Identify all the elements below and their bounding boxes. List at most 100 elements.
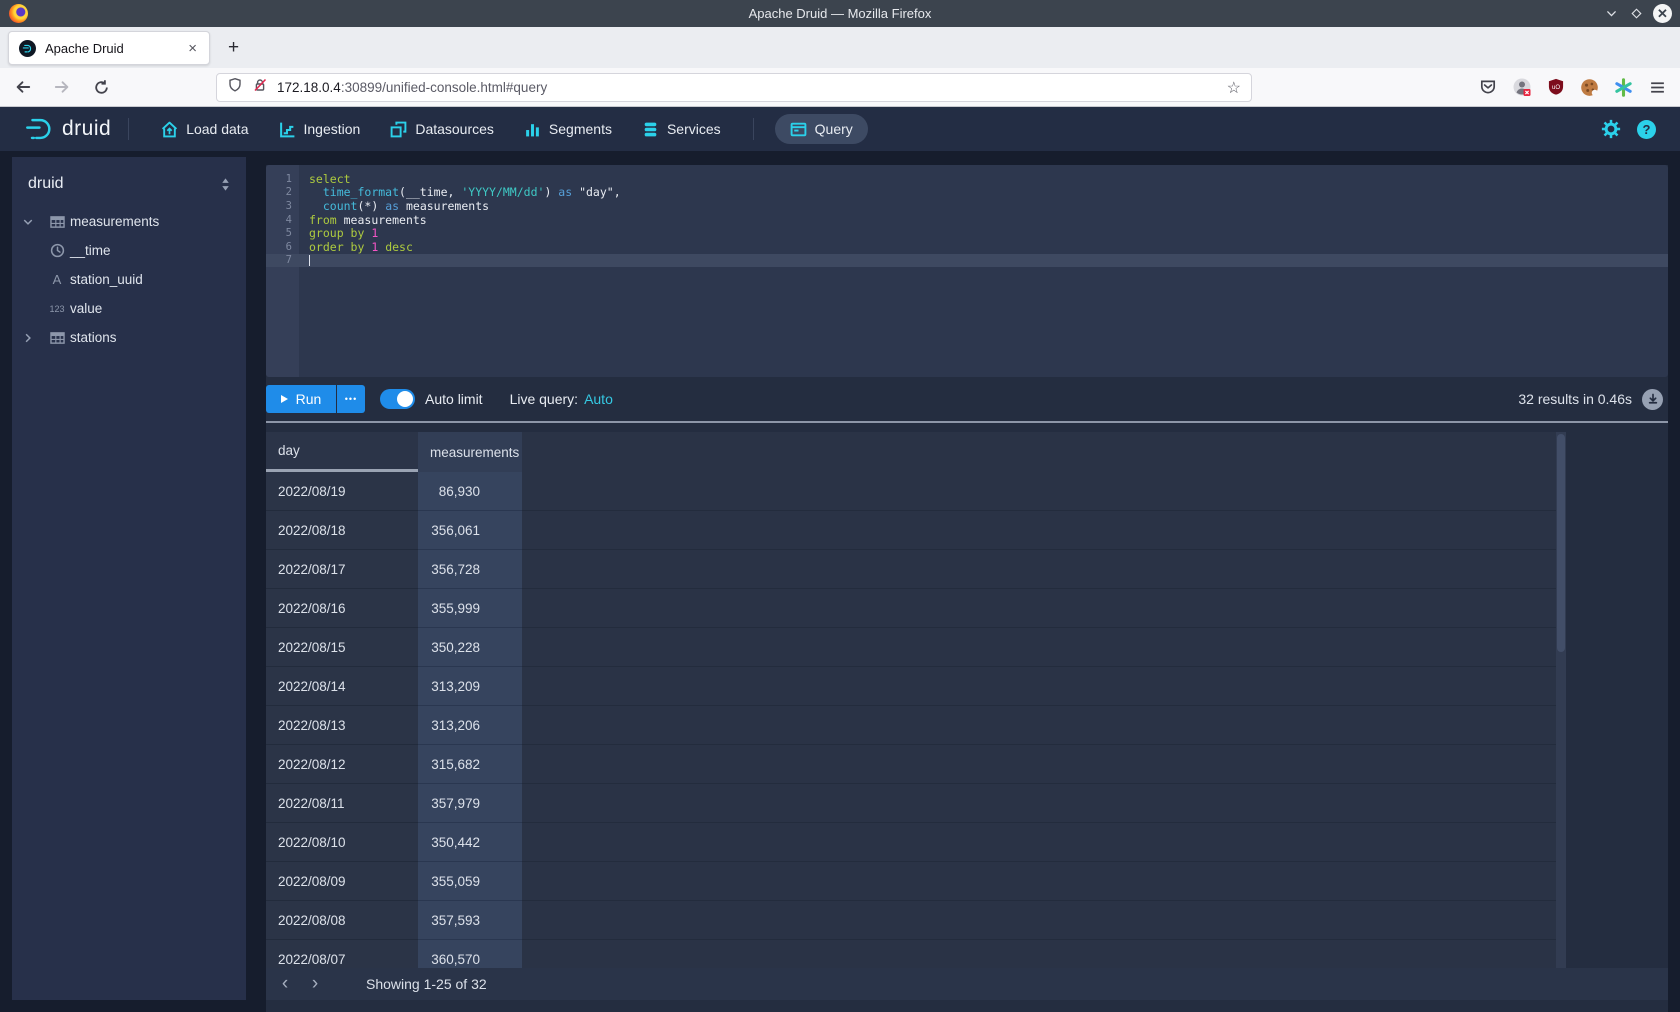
nav-item-load-data[interactable]: Load data [146,114,263,144]
line-number: 5 [266,227,299,239]
table-icon [44,331,70,345]
cookie-extension-icon[interactable] [1579,77,1600,98]
nav-item-segments[interactable]: Segments [509,114,627,144]
cell-measurements[interactable]: 357,593 [418,901,522,940]
cell-measurements[interactable]: 355,999 [418,589,522,628]
column-header-measurements[interactable]: measurements [418,432,522,472]
nav-item-services[interactable]: Services [627,114,736,144]
table-row: 2022/08/16355,999 [266,589,1566,628]
line-code: time_format(__time, 'YYYY/MM/dd') as "da… [299,185,621,199]
tree-item-measurements[interactable]: measurements [12,207,246,236]
close-icon[interactable]: ✕ [1653,4,1672,23]
help-icon[interactable]: ? [1637,120,1656,139]
navbar-right: ? [1601,119,1656,139]
new-tab-button[interactable]: + [219,34,248,62]
cell-measurements[interactable]: 315,682 [418,745,522,784]
chevron-right-icon[interactable] [12,332,44,344]
panel-divider[interactable] [266,421,1668,423]
live-query-value[interactable]: Auto [584,391,613,407]
nav-item-ingestion[interactable]: Ingestion [264,114,376,144]
cell-measurements[interactable]: 313,206 [418,706,522,745]
string-type-icon: A [44,272,70,287]
schema-sidebar: druid measurements__timeAstation_uuid123… [12,157,246,1000]
run-button[interactable]: Run [266,385,336,413]
tree-item-label: __time [70,243,111,258]
cell-measurements[interactable]: 355,059 [418,862,522,901]
cell-day[interactable]: 2022/08/09 [266,862,418,901]
next-page-icon[interactable]: › [300,970,330,998]
results-header-row: daymeasurements [266,432,1566,472]
download-icon[interactable] [1642,389,1663,410]
svg-text:uO: uO [1551,85,1559,91]
tree-item-value[interactable]: 123value [12,294,246,323]
chevron-down-icon[interactable] [12,216,44,228]
cell-day[interactable]: 2022/08/07 [266,940,418,968]
cell-day[interactable]: 2022/08/13 [266,706,418,745]
url-host: 172.18.0.4 [277,80,341,95]
cell-day[interactable]: 2022/08/08 [266,901,418,940]
cell-measurements[interactable]: 350,228 [418,628,522,667]
table-row: 2022/08/12315,682 [266,745,1566,784]
run-more-button[interactable]: ••• [337,385,365,413]
back-icon[interactable] [12,76,34,98]
line-number: 2 [266,186,299,198]
cell-day[interactable]: 2022/08/15 [266,628,418,667]
pocket-icon[interactable] [1477,77,1498,98]
lock-insecure-icon[interactable] [252,77,268,98]
nav-item-query[interactable]: Query [775,114,868,144]
table-scrollbar[interactable] [1556,432,1566,968]
tree-item-station-uuid[interactable]: Astation_uuid [12,265,246,294]
auto-limit-toggle[interactable] [380,389,415,409]
cell-measurements[interactable]: 313,209 [418,667,522,706]
maximize-icon[interactable] [1628,6,1644,22]
editor-line-7: 7 [266,254,1668,268]
minimize-icon[interactable] [1603,6,1619,22]
cell-measurements[interactable]: 356,061 [418,511,522,550]
cell-day[interactable]: 2022/08/19 [266,472,418,511]
cell-measurements[interactable]: 86,930 [418,472,522,511]
column-header-day[interactable]: day [266,432,418,472]
cell-measurements[interactable]: 356,728 [418,550,522,589]
cell-day[interactable]: 2022/08/12 [266,745,418,784]
sort-double-caret-icon[interactable] [219,177,232,192]
line-number: 3 [266,200,299,212]
row-filler [522,823,1566,862]
tree-item--time[interactable]: __time [12,236,246,265]
url-bar[interactable]: 172.18.0.4:30899/unified-console.html#qu… [216,73,1252,102]
forward-icon[interactable] [51,76,73,98]
browser-tab-apache-druid[interactable]: Apache Druid × [8,31,210,65]
cell-measurements[interactable]: 360,570 [418,940,522,968]
cell-day[interactable]: 2022/08/14 [266,667,418,706]
cell-day[interactable]: 2022/08/17 [266,550,418,589]
table-scrollbar-thumb[interactable] [1557,434,1565,652]
nav-item-label: Datasources [415,121,494,137]
nav-item-label: Load data [186,121,248,137]
settings-gear-icon[interactable] [1601,119,1621,139]
tree-item-stations[interactable]: stations [12,323,246,352]
hamburger-menu-icon[interactable] [1647,77,1668,98]
tab-close-icon[interactable]: × [186,40,199,57]
nav-separator [753,118,754,140]
schema-selector[interactable]: druid [12,157,246,205]
results-rows: 2022/08/1986,9302022/08/18356,0612022/08… [266,472,1566,968]
text-caret [309,255,310,266]
druid-brand[interactable]: druid [24,114,111,144]
reload-icon[interactable] [90,76,112,98]
bookmark-star-icon[interactable]: ☆ [1227,78,1241,98]
live-query-label: Live query: [510,391,578,407]
ublock-icon[interactable]: uO [1545,77,1566,98]
prev-page-icon[interactable]: ‹ [270,970,300,998]
nav-item-datasources[interactable]: Datasources [375,114,509,144]
sql-editor[interactable]: 1select2 time_format(__time, 'YYYY/MM/dd… [266,165,1668,377]
cell-day[interactable]: 2022/08/10 [266,823,418,862]
cell-measurements[interactable]: 350,442 [418,823,522,862]
cell-day[interactable]: 2022/08/11 [266,784,418,823]
shield-icon[interactable] [227,77,243,98]
consent-extension-icon[interactable] [1613,77,1634,98]
table-row: 2022/08/18356,061 [266,511,1566,550]
tree-item-label: station_uuid [70,272,143,287]
account-extension-icon[interactable] [1511,77,1532,98]
cell-day[interactable]: 2022/08/18 [266,511,418,550]
cell-measurements[interactable]: 357,979 [418,784,522,823]
cell-day[interactable]: 2022/08/16 [266,589,418,628]
